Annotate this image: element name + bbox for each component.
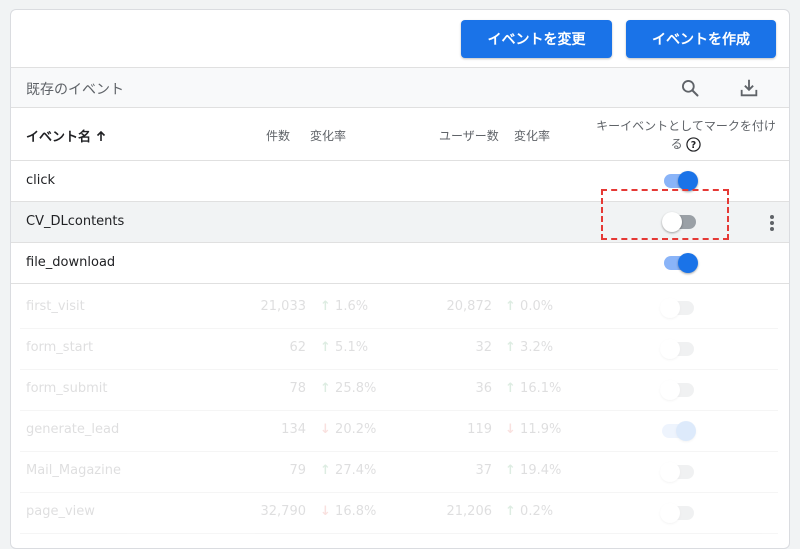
event-name: file_download <box>26 255 116 270</box>
arrow-up-icon: ↑ <box>505 463 516 478</box>
column-header-key-event: キーイベントとしてマークを付け る ? <box>586 117 786 153</box>
key-event-toggle[interactable] <box>662 212 698 232</box>
table-row: Mail_Magazine 79 ↑ 27.4% 37 ↑ 19.4% <box>20 452 778 493</box>
arrow-up-icon: ↑ <box>320 381 331 396</box>
count-change: ↓ 16.8% <box>320 504 377 519</box>
key-event-toggle[interactable] <box>662 253 698 273</box>
event-name: CV_DLcontents <box>26 214 125 229</box>
create-event-button[interactable]: イベントを作成 <box>626 20 776 58</box>
column-header-event-name[interactable]: イベント名 <box>26 126 107 145</box>
count-change: ↑ 5.1% <box>320 340 369 355</box>
table-header: イベント名 件数 変化率 ユーザー数 変化率 キーイベントとしてマークを付け る… <box>11 108 789 161</box>
column-header-count[interactable]: 件数 <box>266 127 290 144</box>
user-change: ↓ 11.9% <box>505 422 562 437</box>
user-count: 32 <box>475 340 492 355</box>
key-event-toggle[interactable] <box>660 339 696 359</box>
user-change: ↑ 0.0% <box>505 299 554 314</box>
table-row: CV_DLcontents <box>11 202 789 243</box>
event-count: 21,033 <box>260 299 307 314</box>
more-vert-icon[interactable] <box>763 213 781 233</box>
arrow-up-icon: ↑ <box>320 463 331 478</box>
key-event-label-line1: キーイベントとしてマークを付け <box>596 119 776 133</box>
faded-table-rows: first_visit 21,033 ↑ 1.6% 20,872 ↑ 0.0% … <box>20 288 778 534</box>
key-event-toggle[interactable] <box>662 171 698 191</box>
arrow-down-icon: ↓ <box>505 422 516 437</box>
event-count: 78 <box>289 381 306 396</box>
key-event-label-line2: る <box>670 137 683 151</box>
count-change: ↑ 1.6% <box>320 299 369 314</box>
table-row: form_submit 78 ↑ 25.8% 36 ↑ 16.1% <box>20 370 778 411</box>
key-event-toggle[interactable] <box>660 298 696 318</box>
event-count: 62 <box>289 340 306 355</box>
event-name: form_start <box>26 340 94 355</box>
download-icon[interactable] <box>736 75 762 101</box>
user-change: ↑ 0.2% <box>505 504 554 519</box>
table-row: click <box>11 161 789 202</box>
sort-ascending-icon <box>96 130 106 141</box>
existing-events-bar: 既存のイベント <box>11 68 789 108</box>
table-row: file_download <box>11 243 789 284</box>
event-name: Mail_Magazine <box>26 463 121 478</box>
user-count: 20,872 <box>446 299 493 314</box>
arrow-up-icon: ↑ <box>505 504 516 519</box>
arrow-up-icon: ↑ <box>320 299 331 314</box>
event-name: page_view <box>26 504 95 519</box>
count-change: ↑ 25.8% <box>320 381 377 396</box>
events-card: イベントを変更 イベントを作成 既存のイベント イベント名 件数 変化率 ユーザ… <box>10 9 790 549</box>
event-count: 79 <box>289 463 306 478</box>
arrow-down-icon: ↓ <box>320 422 331 437</box>
event-count: 134 <box>281 422 306 437</box>
column-header-users[interactable]: ユーザー数 <box>439 127 499 144</box>
action-bar: イベントを変更 イベントを作成 <box>11 10 789 68</box>
event-name: first_visit <box>26 299 85 314</box>
table-row: form_start 62 ↑ 5.1% 32 ↑ 3.2% <box>20 329 778 370</box>
user-count: 21,206 <box>446 504 493 519</box>
event-count: 32,790 <box>260 504 307 519</box>
arrow-up-icon: ↑ <box>505 299 516 314</box>
count-change: ↑ 27.4% <box>320 463 377 478</box>
key-event-toggle[interactable] <box>660 380 696 400</box>
arrow-down-icon: ↓ <box>320 504 331 519</box>
section-title: 既存のイベント <box>26 82 124 98</box>
arrow-up-icon: ↑ <box>505 340 516 355</box>
modify-event-button[interactable]: イベントを変更 <box>461 20 612 58</box>
svg-text:?: ? <box>691 140 696 151</box>
key-event-toggle[interactable] <box>660 462 696 482</box>
column-header-event-name-label: イベント名 <box>26 130 92 145</box>
user-change: ↑ 19.4% <box>505 463 562 478</box>
table-row: first_visit 21,033 ↑ 1.6% 20,872 ↑ 0.0% <box>20 288 778 329</box>
user-count: 119 <box>467 422 492 437</box>
column-header-users-change-rate[interactable]: 変化率 <box>514 127 550 144</box>
arrow-up-icon: ↑ <box>505 381 516 396</box>
arrow-up-icon: ↑ <box>320 340 331 355</box>
user-count: 36 <box>475 381 492 396</box>
event-name: generate_lead <box>26 422 120 437</box>
help-icon[interactable]: ? <box>686 137 702 152</box>
search-icon[interactable] <box>677 75 703 101</box>
column-header-change-rate[interactable]: 変化率 <box>310 127 346 144</box>
user-count: 37 <box>475 463 492 478</box>
user-change: ↑ 3.2% <box>505 340 554 355</box>
count-change: ↓ 20.2% <box>320 422 377 437</box>
table-row: generate_lead 134 ↓ 20.2% 119 ↓ 11.9% <box>20 411 778 452</box>
event-name: click <box>26 173 56 188</box>
event-name: form_submit <box>26 381 108 396</box>
key-event-toggle[interactable] <box>660 421 696 441</box>
table-row: page_view 32,790 ↓ 16.8% 21,206 ↑ 0.2% <box>20 493 778 534</box>
key-event-toggle[interactable] <box>660 503 696 523</box>
user-change: ↑ 16.1% <box>505 381 562 396</box>
